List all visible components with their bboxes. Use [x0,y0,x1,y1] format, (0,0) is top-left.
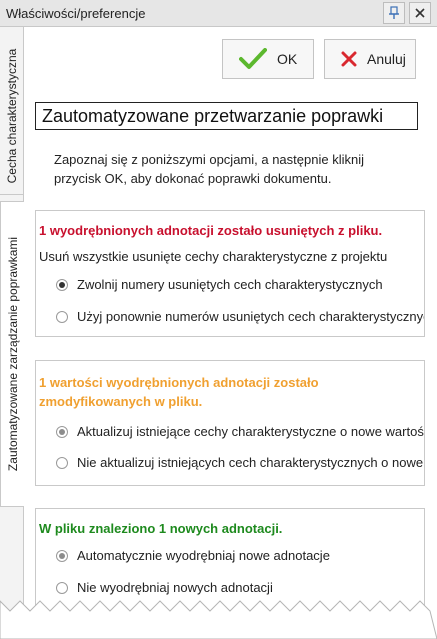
radio-no-extract[interactable]: Nie wyodrębniaj nowych adnotacji [56,580,273,595]
deleted-annotations-description: Usuń wszystkie usunięte cechy charaktery… [39,249,388,264]
close-button[interactable] [409,2,431,24]
window-title: Właściwości/preferencje [6,6,146,21]
radio-release-numbers[interactable]: Zwolnij numery usuniętych cech charakter… [56,277,383,292]
tab-feature[interactable]: Cecha charakterystyczna [0,37,24,195]
cancel-x-icon [341,51,357,67]
page-title: Zautomatyzowane przetwarzanie poprawki [35,102,418,130]
tab-strip: Cecha charakterystyczna Zautomatyzowane … [0,27,24,639]
pin-button[interactable] [383,2,405,24]
modified-values-group: 1 wartości wyodrębnionych adnotacji zost… [35,360,425,486]
intro-text: Zapoznaj się z poniższymi opcjami, a nas… [54,152,364,186]
cancel-button[interactable]: Anuluj [324,39,416,79]
title-bar: Właściwości/preferencje [0,0,437,27]
radio-label: Nie aktualizuj istniejących cech charakt… [77,455,424,470]
ok-label: OK [277,51,298,67]
radio-label: Nie wyodrębniaj nowych adnotacji [77,580,273,595]
radio-label: Aktualizuj istniejące cechy charakteryst… [77,424,425,439]
torn-edge [0,600,437,639]
pin-icon [389,6,399,19]
modified-values-title: 1 wartości wyodrębnionych adnotacji zost… [39,375,319,409]
radio-label: Użyj ponownie numerów usuniętych cech ch… [77,309,425,324]
tab-revision-management[interactable]: Zautomatyzowane zarządzanie poprawkami [0,201,24,507]
new-annotations-title: W pliku znaleziono 1 nowych adnotacji. [39,521,283,536]
radio-indicator [56,456,68,469]
close-icon [415,8,425,18]
radio-indicator [56,549,68,562]
deleted-annotations-title: 1 wyodrębnionych adnotacji zostało usuni… [39,223,383,238]
radio-indicator [56,310,68,323]
radio-indicator [56,581,68,594]
radio-update-features[interactable]: Aktualizuj istniejące cechy charakteryst… [56,424,425,439]
tab-feature-label: Cecha charakterystyczna [5,48,19,183]
cancel-label: Anuluj [367,51,406,67]
radio-auto-extract[interactable]: Automatycznie wyodrębniaj nowe adnotacje [56,548,330,563]
ok-button[interactable]: OK [222,39,314,79]
checkmark-icon [239,48,267,69]
radio-reuse-numbers[interactable]: Użyj ponownie numerów usuniętych cech ch… [56,309,425,324]
radio-indicator [56,425,68,438]
radio-label: Zwolnij numery usuniętych cech charakter… [77,277,383,292]
radio-indicator [56,278,68,291]
deleted-annotations-group: 1 wyodrębnionych adnotacji zostało usuni… [35,210,425,337]
radio-no-update-features[interactable]: Nie aktualizuj istniejących cech charakt… [56,455,424,470]
radio-label: Automatycznie wyodrębniaj nowe adnotacje [77,548,330,563]
tab-revision-management-label: Zautomatyzowane zarządzanie poprawkami [5,236,20,472]
